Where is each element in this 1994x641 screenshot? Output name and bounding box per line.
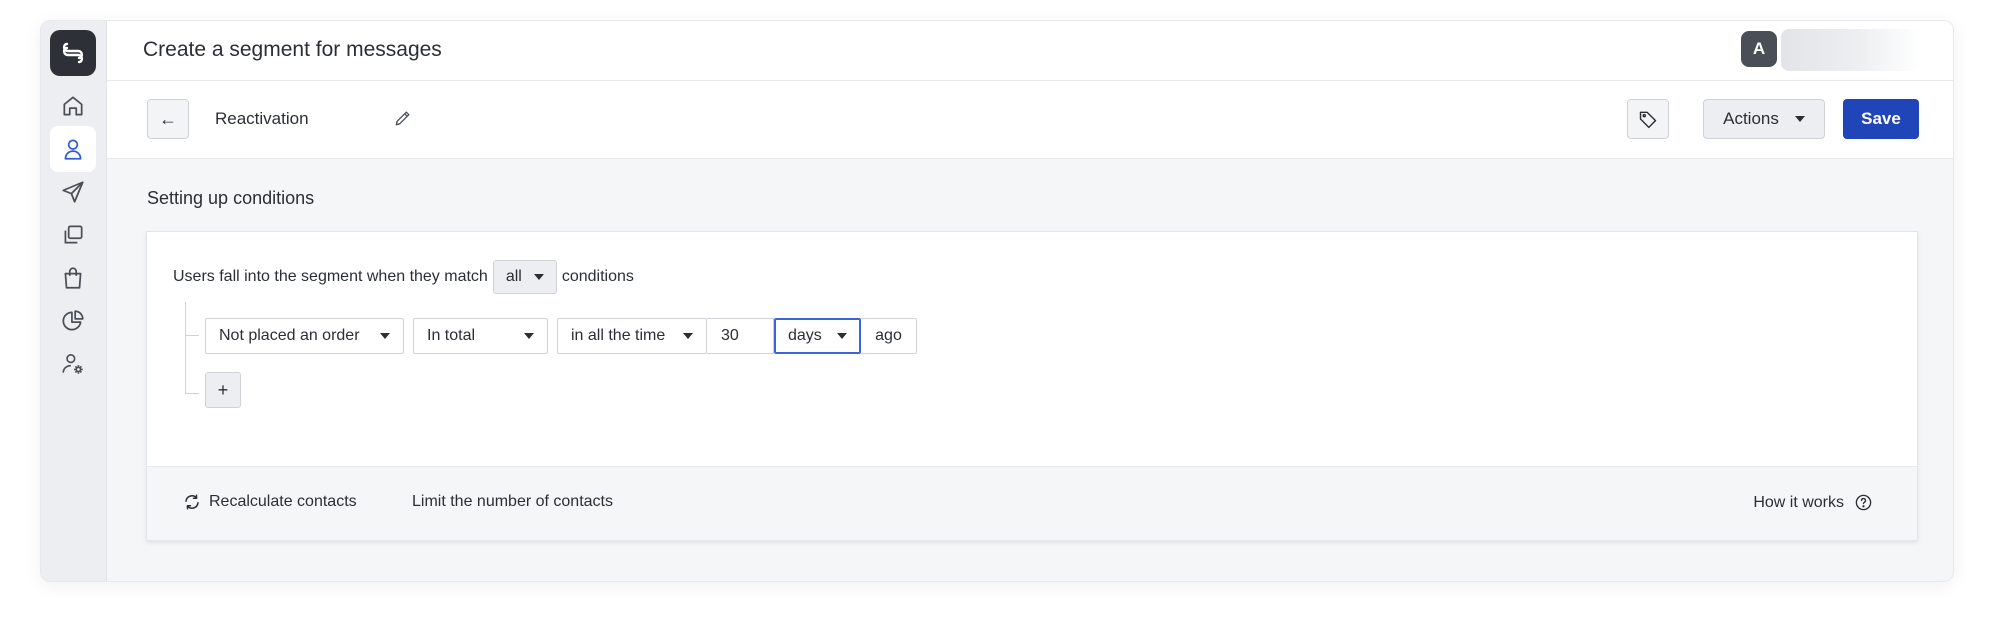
conditions-card: Users fall into the segment when they ma… bbox=[146, 231, 1918, 541]
period-select[interactable]: in all the time bbox=[557, 318, 707, 354]
chevron-down-icon bbox=[380, 333, 390, 339]
header: Create a segment for messages A bbox=[107, 21, 1953, 81]
tag-button[interactable] bbox=[1627, 99, 1669, 139]
unit-select[interactable]: days bbox=[774, 318, 861, 354]
match-mode-value: all bbox=[505, 268, 522, 285]
help-icon bbox=[1855, 494, 1872, 511]
unit-value: days bbox=[788, 327, 822, 344]
aggregation-value: In total bbox=[427, 327, 476, 344]
copy-icon bbox=[64, 225, 83, 244]
user-icon bbox=[64, 139, 82, 160]
sidebar-item-campaigns[interactable] bbox=[50, 169, 96, 215]
sidebar bbox=[41, 21, 107, 581]
condition-row: Not placed an order In total in all the … bbox=[205, 318, 917, 354]
tree-connector bbox=[185, 393, 199, 394]
match-row: Users fall into the segment when they ma… bbox=[173, 260, 634, 294]
limit-contacts-link[interactable]: Limit the number of contacts bbox=[412, 493, 613, 511]
tag-icon bbox=[1639, 111, 1657, 129]
sidebar-item-analytics[interactable] bbox=[50, 298, 96, 344]
sidebar-item-home[interactable] bbox=[50, 83, 96, 129]
how-it-works-link[interactable]: How it works bbox=[1753, 493, 1873, 512]
actions-dropdown[interactable]: Actions bbox=[1703, 99, 1825, 139]
sidebar-item-templates[interactable] bbox=[50, 212, 96, 258]
logo[interactable] bbox=[50, 30, 96, 76]
recalculate-label: Recalculate contacts bbox=[209, 493, 357, 510]
logo-icon bbox=[62, 42, 84, 64]
segment-name: Reactivation bbox=[215, 109, 309, 128]
sidebar-item-users[interactable] bbox=[50, 126, 96, 172]
app-window: Create a segment for messages A ← Reacti… bbox=[40, 20, 1954, 582]
add-condition-button[interactable]: + bbox=[205, 372, 241, 408]
shopping-bag-icon bbox=[64, 267, 82, 289]
avatar[interactable]: A bbox=[1741, 31, 1777, 67]
user-name-redacted[interactable] bbox=[1781, 29, 1919, 71]
how-label: How it works bbox=[1753, 493, 1844, 511]
event-select[interactable]: Not placed an order bbox=[205, 318, 404, 354]
match-mode-select[interactable]: all bbox=[492, 260, 557, 294]
segment-toolbar: ← Reactivation Actions Save bbox=[107, 81, 1953, 159]
sidebar-item-account-settings[interactable] bbox=[50, 341, 96, 387]
match-suffix: conditions bbox=[561, 268, 634, 285]
pencil-icon[interactable] bbox=[393, 108, 413, 128]
tree-connector bbox=[185, 302, 186, 394]
send-icon bbox=[62, 181, 84, 203]
pie-chart-icon bbox=[62, 310, 84, 331]
aggregation-select[interactable]: In total bbox=[413, 318, 548, 354]
back-button[interactable]: ← bbox=[147, 99, 189, 139]
page-title: Create a segment for messages bbox=[143, 38, 442, 61]
chevron-down-icon bbox=[837, 333, 847, 339]
ago-label: ago bbox=[861, 318, 917, 354]
match-prefix: Users fall into the segment when they ma… bbox=[173, 268, 488, 285]
chevron-down-icon bbox=[1794, 116, 1805, 122]
sidebar-item-products[interactable] bbox=[50, 255, 96, 301]
chevron-down-icon bbox=[533, 274, 544, 280]
user-settings-icon bbox=[62, 353, 83, 374]
save-button[interactable]: Save bbox=[1843, 99, 1919, 139]
chevron-down-icon bbox=[683, 333, 693, 339]
refresh-icon bbox=[185, 494, 199, 510]
section-title: Setting up conditions bbox=[147, 188, 315, 208]
chevron-down-icon bbox=[524, 333, 534, 339]
amount-input[interactable]: 30 bbox=[707, 318, 774, 354]
card-footer: Recalculate contacts Limit the number of… bbox=[147, 466, 1917, 540]
tree-connector bbox=[185, 335, 199, 336]
actions-label: Actions bbox=[1723, 109, 1779, 128]
recalculate-contacts-button[interactable]: Recalculate contacts bbox=[183, 493, 357, 511]
home-icon bbox=[63, 96, 83, 116]
period-value: in all the time bbox=[571, 327, 666, 344]
event-value: Not placed an order bbox=[219, 327, 360, 344]
